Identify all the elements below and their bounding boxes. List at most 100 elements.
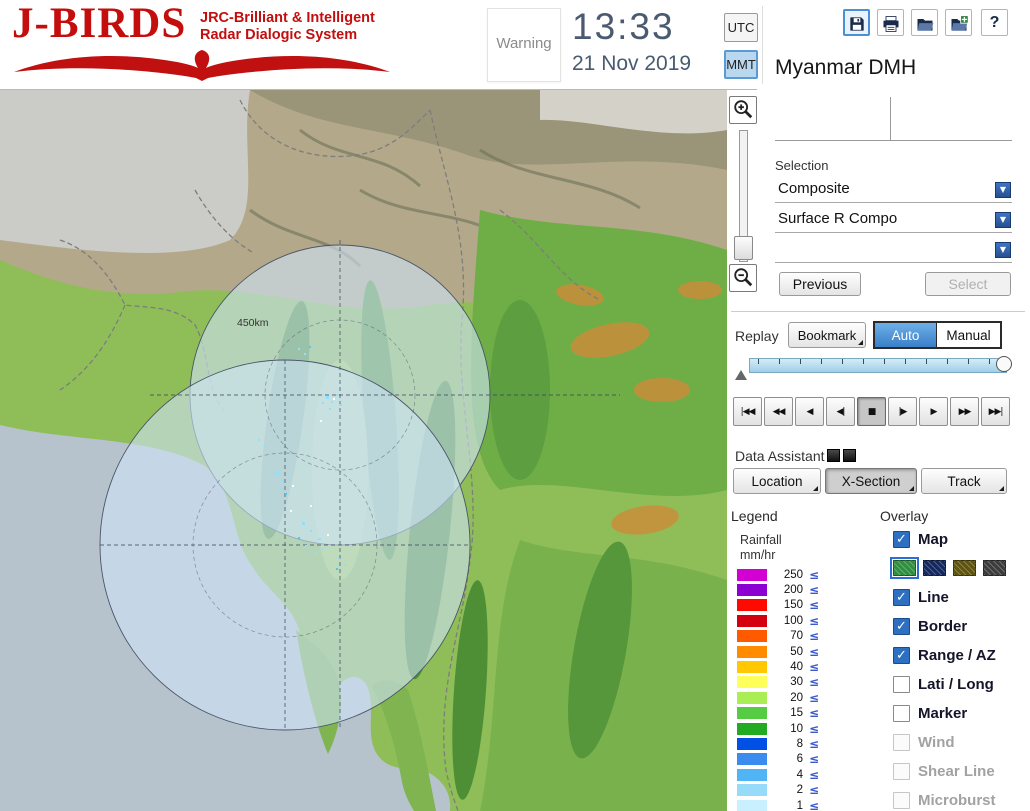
save-button[interactable] xyxy=(843,9,870,36)
manual-mode-button[interactable]: Manual xyxy=(936,323,1000,347)
less-equal-icon: ≤ xyxy=(809,613,820,628)
export-folder-button[interactable] xyxy=(945,9,972,36)
status-fields xyxy=(775,95,1012,141)
previous-button[interactable]: Previous xyxy=(779,272,861,296)
button-label: Location xyxy=(751,473,803,489)
timeline-tick xyxy=(842,359,843,364)
legend-value: 6 xyxy=(796,753,803,766)
replay-label: Replay xyxy=(735,328,779,344)
playback-play-reverse-button[interactable]: ◀ xyxy=(795,397,824,426)
playback-jump-start-button[interactable]: |◀◀ xyxy=(733,397,762,426)
legend-value: 70 xyxy=(790,630,803,643)
legend-value: 100 xyxy=(783,614,803,627)
composite-dropdown-value: Composite xyxy=(778,180,850,197)
jbirds-app-window: J-BIRDS JRC-Brilliant & Intelligent Rada… xyxy=(0,0,1030,811)
extra-dropdown[interactable]: ▼ xyxy=(775,236,1012,263)
legend-row: 8 ≤ xyxy=(737,736,867,751)
overlay-row: Shear Line xyxy=(893,763,1027,780)
mmt-button[interactable]: MMT xyxy=(724,50,758,79)
overlay-item-label: Lati / Long xyxy=(918,676,994,693)
timeline-tick xyxy=(863,359,864,364)
chevron-down-icon[interactable]: ▼ xyxy=(995,242,1011,258)
header-bar: J-BIRDS JRC-Brilliant & Intelligent Rada… xyxy=(0,0,1030,90)
less-equal-icon: ≤ xyxy=(809,798,820,811)
overlay-checkbox-range-az[interactable]: ✓ xyxy=(893,647,910,664)
timeline-slider[interactable] xyxy=(749,356,1012,373)
logo-title: J-BIRDS xyxy=(12,0,187,47)
legend-color-swatch xyxy=(737,737,767,750)
button-label: X-Section xyxy=(841,473,901,489)
legend-color-swatch xyxy=(737,753,767,766)
overlay-item-label: Wind xyxy=(918,734,955,751)
bookmark-button[interactable]: Bookmark xyxy=(788,322,866,348)
zoom-in-button[interactable] xyxy=(729,96,757,124)
legend-value: 250 xyxy=(783,568,803,581)
overlay-checkbox-border[interactable]: ✓ xyxy=(893,618,910,635)
legend-row: 200 ≤ xyxy=(737,582,867,597)
overlay-checkbox-map[interactable]: ✓ xyxy=(893,531,910,548)
overlay-checkbox-wind xyxy=(893,734,910,751)
map-style-green-swatch[interactable] xyxy=(890,557,919,579)
timeline-tick xyxy=(821,359,822,364)
open-folder-button[interactable] xyxy=(911,9,938,36)
track-button[interactable]: Track xyxy=(921,468,1007,494)
playback-stop-button[interactable]: ■ xyxy=(857,397,886,426)
timeline-tick xyxy=(884,359,885,364)
overlay-checkbox-lati-long[interactable] xyxy=(893,676,910,693)
zoom-in-icon xyxy=(732,99,754,123)
overlay-checkbox-line[interactable]: ✓ xyxy=(893,589,910,606)
playback-play-button[interactable]: ▶ xyxy=(919,397,948,426)
overlay-item-label: Line xyxy=(918,589,949,606)
playback-jump-end-button[interactable]: ▶▶| xyxy=(981,397,1010,426)
overlay-options: ✓ Map ✓ Line ✓ Border ✓ Range / AZ Lati / Long Ma… xyxy=(890,531,1027,811)
chevron-down-icon[interactable]: ▼ xyxy=(995,212,1011,228)
zoom-out-button[interactable] xyxy=(729,264,757,292)
zoom-out-icon xyxy=(732,267,754,291)
overlay-item-label: Map xyxy=(918,531,948,548)
playback-step-forward-button[interactable]: |▶ xyxy=(888,397,917,426)
save-icon xyxy=(845,14,868,34)
chevron-down-icon[interactable]: ▼ xyxy=(995,182,1011,198)
composite-dropdown[interactable]: Composite ▼ xyxy=(775,176,1012,203)
legend-row: 1 ≤ xyxy=(737,798,867,811)
overlay-checkbox-marker[interactable] xyxy=(893,705,910,722)
logo-subtitle-line2: Radar Dialogic System xyxy=(200,27,358,43)
print-button[interactable] xyxy=(877,9,904,36)
utc-button[interactable]: UTC xyxy=(724,13,758,42)
overlay-row: ✓ Border xyxy=(893,618,1027,635)
range-ring-label: 450km xyxy=(237,317,269,329)
map-style-olive-swatch[interactable] xyxy=(953,560,976,576)
legend-value: 2 xyxy=(796,784,803,797)
playback-fast-rewind-button[interactable]: ◀◀ xyxy=(764,397,793,426)
clock-date: 21 Nov 2019 xyxy=(572,52,692,75)
legend-color-swatch xyxy=(737,768,767,781)
overlay-row: Marker xyxy=(893,705,1027,722)
select-button[interactable]: Select xyxy=(925,272,1011,296)
overlay-item-label: Shear Line xyxy=(918,763,995,780)
overlay-item-label: Border xyxy=(918,618,968,635)
auto-mode-button[interactable]: Auto xyxy=(875,323,936,347)
help-icon: ? xyxy=(989,14,1000,31)
x-section-button[interactable]: X-Section xyxy=(825,468,917,494)
legend-row: 10 ≤ xyxy=(737,721,867,736)
less-equal-icon: ≤ xyxy=(809,767,820,782)
location-button[interactable]: Location xyxy=(733,468,821,494)
map-style-charcoal-swatch[interactable] xyxy=(983,560,1006,576)
legend-value: 4 xyxy=(796,768,803,781)
timeline-tick xyxy=(968,359,969,364)
help-button[interactable]: ? xyxy=(981,9,1008,36)
zoom-slider-handle[interactable] xyxy=(734,236,753,260)
map-style-navy-swatch[interactable] xyxy=(923,560,946,576)
overlay-item-label: Range / AZ xyxy=(918,647,996,664)
radar-map[interactable]: 450km xyxy=(0,90,727,811)
data-assistant-window-icon xyxy=(827,449,840,462)
less-equal-icon: ≤ xyxy=(809,583,820,598)
timeline-handle[interactable] xyxy=(996,356,1012,372)
playback-controls: |◀◀ ◀◀ ◀ ◀| ■ |▶ ▶ ▶▶ ▶▶| xyxy=(733,397,1010,426)
timeline-tick xyxy=(947,359,948,364)
playback-fast-forward-button[interactable]: ▶▶ xyxy=(950,397,979,426)
selection-label: Selection xyxy=(775,158,829,173)
playback-step-back-button[interactable]: ◀| xyxy=(826,397,855,426)
legend-value: 40 xyxy=(790,661,803,674)
product-dropdown[interactable]: Surface R Compo ▼ xyxy=(775,206,1012,233)
